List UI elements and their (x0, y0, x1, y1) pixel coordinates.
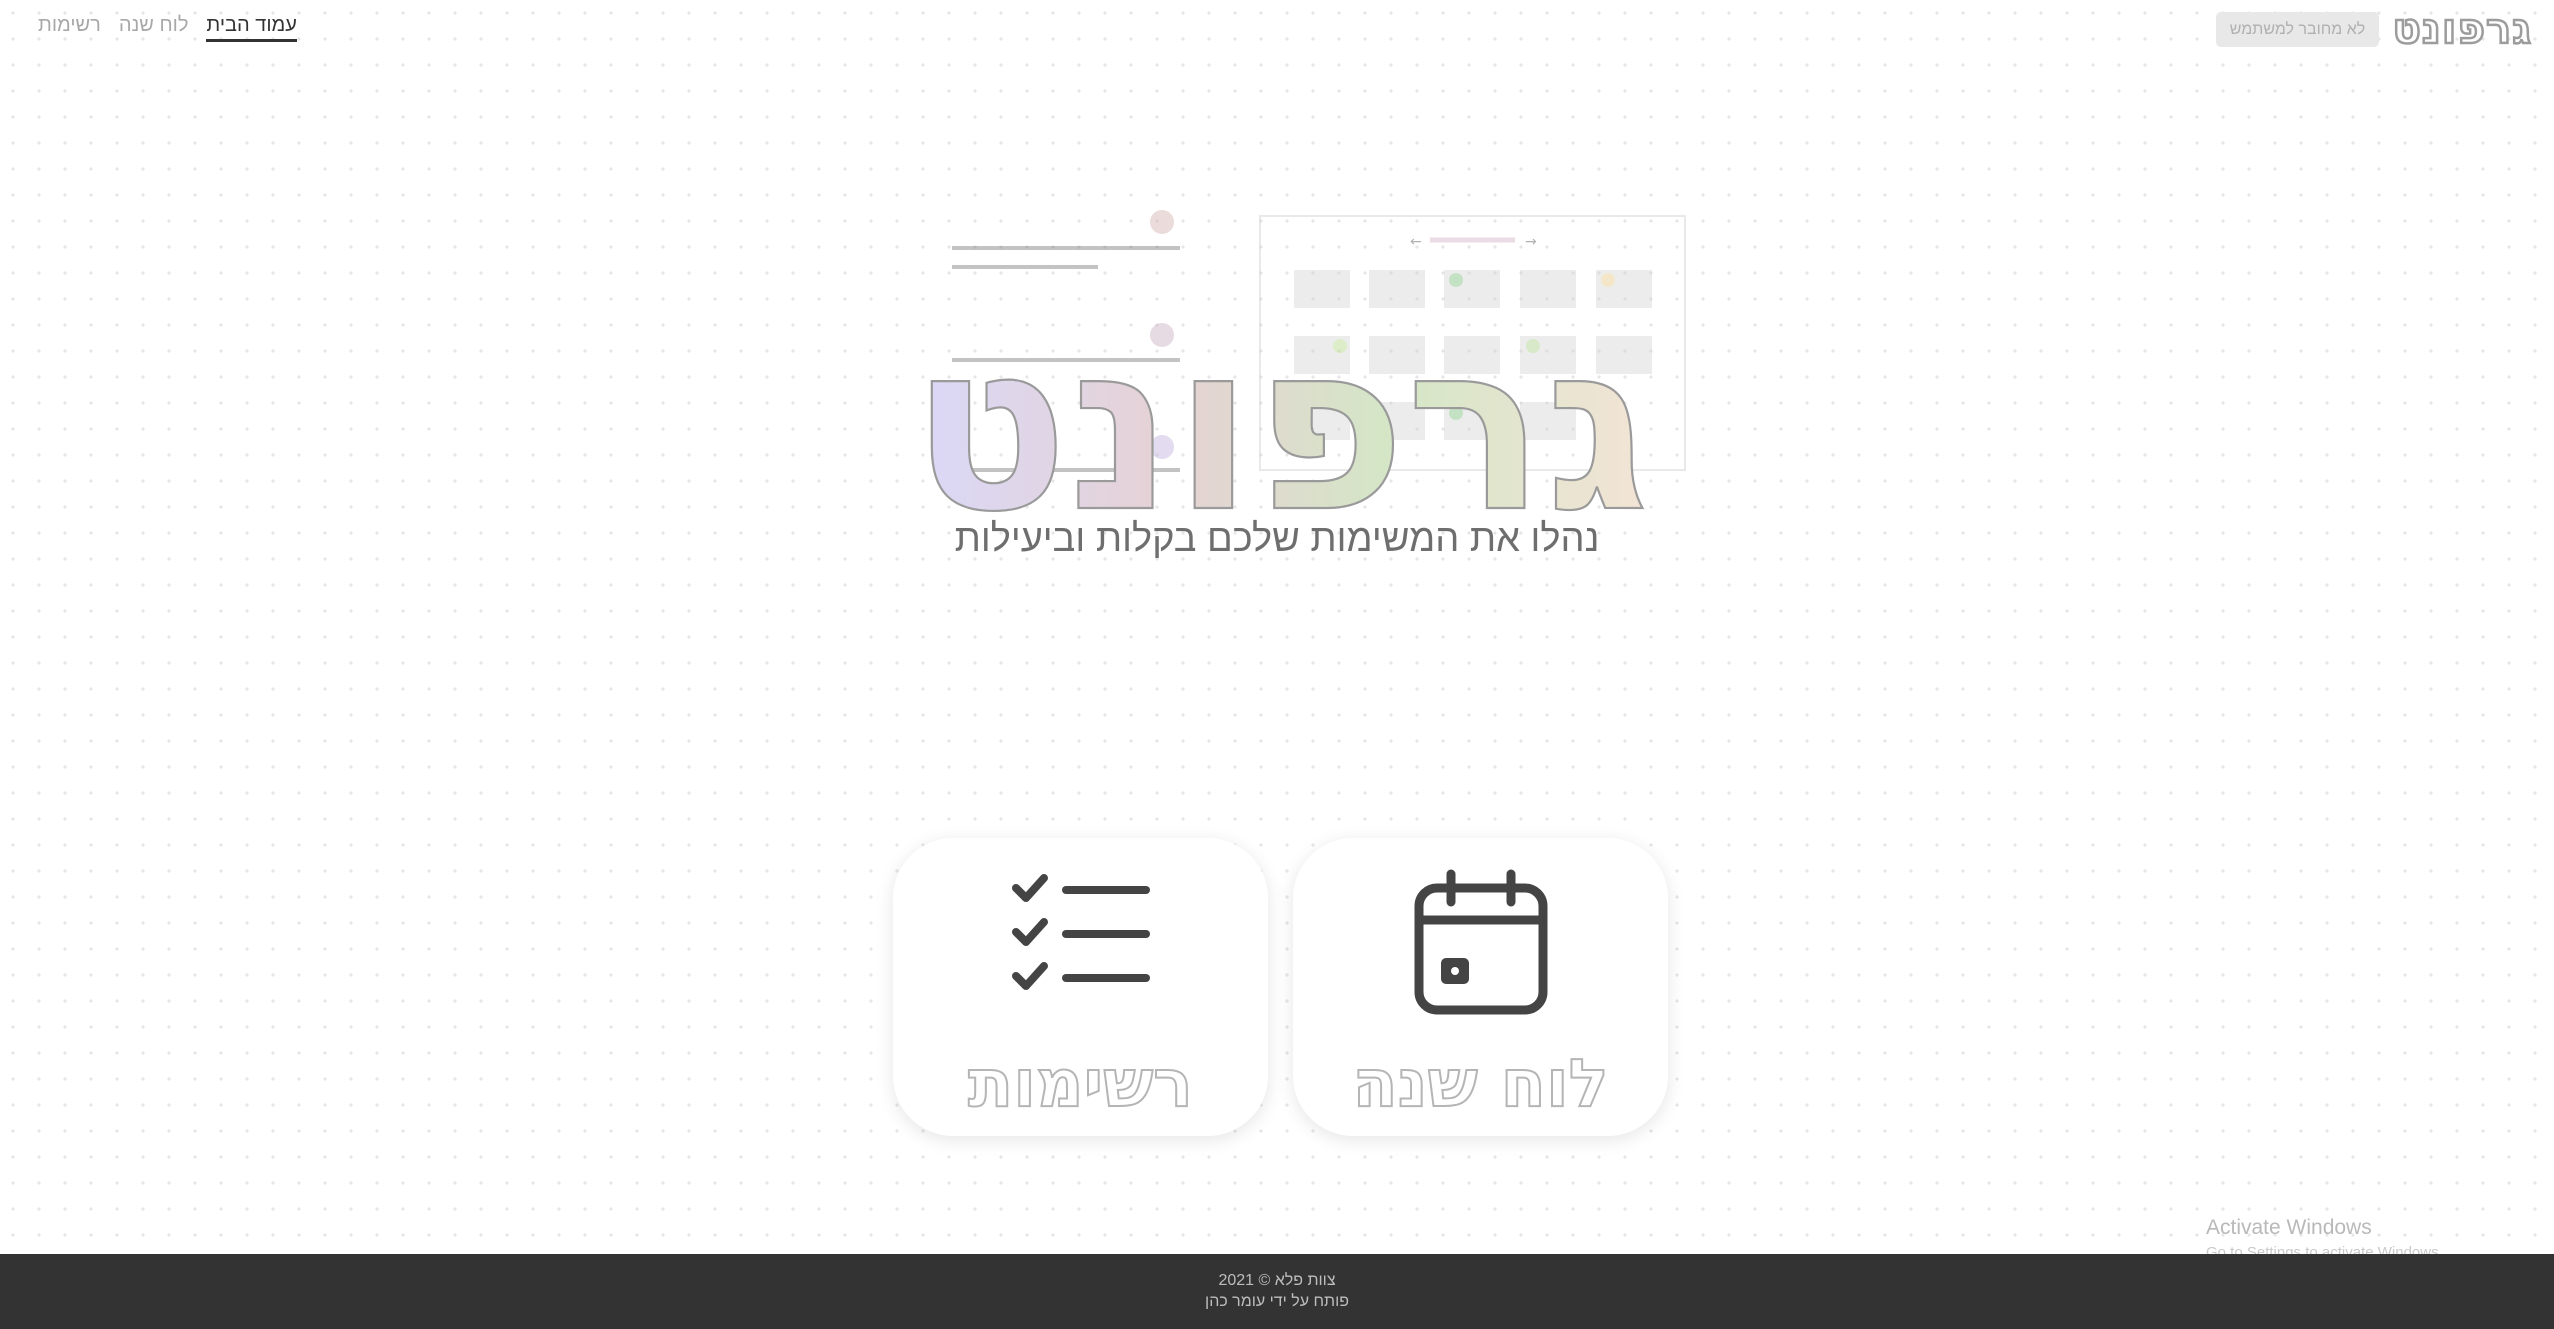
lists-card-label: רשימות (967, 1044, 1194, 1123)
svg-text:→: → (1525, 234, 1537, 250)
footer-credit: פותח על ידי עומר כהן (1205, 1293, 1349, 1310)
nav-item-lists[interactable]: רשימות (38, 14, 101, 42)
hero-tagline: נהלו את המשימות שלכם בקלות וביעילות (954, 518, 1600, 560)
footer: צוות פלא © 2021 פותח על ידי עומר כהן (0, 1254, 2554, 1329)
calendar-card[interactable]: לוח שנה (1293, 838, 1668, 1136)
nav-item-home[interactable]: עמוד הבית (206, 14, 297, 42)
checklist-icon (1011, 874, 1150, 990)
hero-title: גרפונט (911, 300, 1649, 530)
brand-logo[interactable]: גרפונט (2391, 3, 2532, 55)
watermark-title: Activate Windows (2206, 1216, 2372, 1239)
main-nav: רשימות לוח שנה עמוד הבית (38, 14, 297, 42)
lists-card[interactable]: רשימות (893, 838, 1268, 1136)
hero-title-art: גרפונט (910, 300, 1650, 530)
footer-copyright: צוות פלא © 2021 (1218, 1272, 1336, 1289)
calendar-icon (1414, 869, 1547, 1015)
svg-text:←: ← (1410, 234, 1422, 250)
user-status-button[interactable]: לא מחובר למשתמש (2216, 12, 2379, 47)
calendar-card-label: לוח שנה (1351, 1044, 1609, 1123)
top-bar: גרפונט לא מחובר למשתמש רשימות לוח שנה עמ… (0, 0, 2554, 60)
nav-item-calendar[interactable]: לוח שנה (119, 14, 189, 42)
